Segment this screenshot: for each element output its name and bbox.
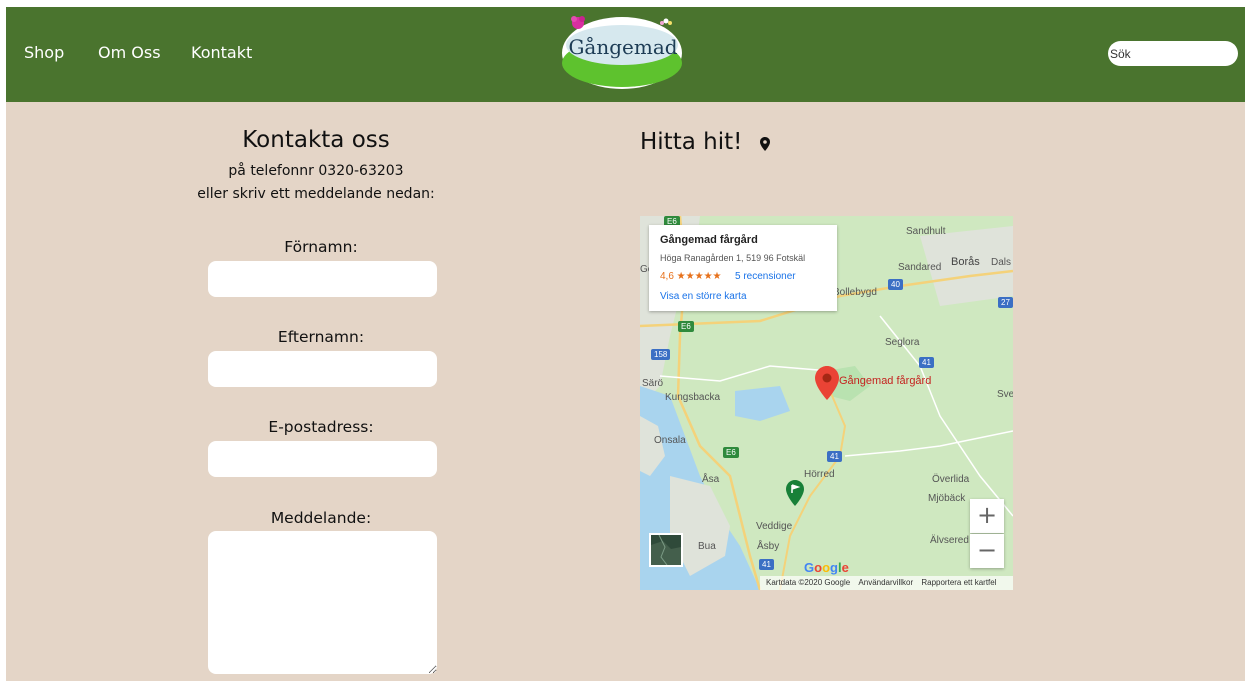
place-label: Dals (991, 257, 1012, 268)
place-label: Överlida (932, 474, 970, 485)
larger-map-link[interactable]: Visa en större karta (660, 291, 747, 302)
contact-title: Kontakta oss (242, 127, 390, 153)
nav-shop[interactable]: Shop (24, 43, 64, 62)
search-input[interactable] (1108, 41, 1238, 66)
place-label: Seglora (885, 337, 920, 348)
place-label: Bua (698, 541, 716, 552)
info-address: Höga Ranagården 1, 519 96 Fotskäl (660, 253, 806, 263)
lastname-field[interactable] (208, 351, 437, 387)
location-marker-icon[interactable] (815, 366, 839, 400)
place-label: Kungsbacka (665, 392, 721, 403)
zoom-in-button[interactable]: + (970, 499, 1004, 533)
marker-label: Gångemad fårgård (839, 375, 932, 387)
satellite-toggle[interactable] (649, 533, 683, 567)
place-label: Åsby (757, 541, 780, 552)
firstname-label: Förnamn: (284, 238, 358, 256)
logo-text: Gångemad (568, 35, 678, 59)
place-label: Sandared (898, 262, 942, 273)
lastname-label: Efternamn: (277, 328, 365, 346)
message-textarea[interactable] (208, 531, 437, 674)
firstname-field[interactable] (208, 261, 437, 297)
map-attribution: Kartdata ©2020 Google Användarvillkor Ra… (760, 576, 1013, 590)
place-label: Bollebygd (833, 287, 877, 298)
nav-om-oss[interactable]: Om Oss (98, 43, 161, 62)
map-data-credit: Kartdata ©2020 Google (766, 578, 851, 587)
info-rating: 4,6 ★★★★★ (660, 271, 722, 282)
road-badge: E6 (723, 447, 739, 458)
place-label: Sandhult (906, 226, 946, 237)
map-info-card: Gångemad fårgård Höga Ranagården 1, 519 … (649, 225, 837, 311)
place-label: Sve (997, 389, 1013, 400)
embedded-map[interactable]: Sandhult Sandared Borås Dals Bollebygd S… (640, 216, 1013, 590)
phone-line: på telefonnr 0320-63203 (228, 163, 404, 179)
map-title: Hitta hit! (640, 129, 743, 155)
satellite-thumbnail-icon (651, 534, 681, 566)
place-label: Åsa (702, 474, 720, 485)
terms-link[interactable]: Användarvillkor (858, 578, 913, 587)
place-label: Borås (951, 256, 980, 268)
message-instructions: eller skriv ett meddelande nedan: (197, 186, 435, 202)
site-header: Shop Om Oss Kontakt Gångemad (6, 7, 1245, 102)
place-label: Mjöbäck (928, 493, 966, 504)
nav-kontakt[interactable]: Kontakt (191, 43, 252, 62)
info-place-name: Gångemad fårgård (660, 234, 758, 246)
place-label: Hörred (804, 469, 835, 480)
report-error-link[interactable]: Rapportera ett kartfel (921, 578, 996, 587)
road-badge: 41 (759, 559, 774, 570)
road-badge: E6 (678, 321, 694, 332)
email-field[interactable] (208, 441, 437, 477)
road-badge: 41 (827, 451, 842, 462)
google-logo: Google (804, 560, 849, 575)
email-label: E-postadress: (268, 418, 374, 436)
road-badge: 40 (888, 279, 903, 290)
page: Shop Om Oss Kontakt Gångemad Kontakta os… (6, 7, 1245, 681)
info-reviews-link[interactable]: 5 recensioner (735, 271, 796, 282)
place-label: Särö (642, 378, 664, 389)
message-label: Meddelande: (270, 509, 372, 527)
zoom-out-button[interactable]: − (970, 534, 1004, 568)
road-badge: 41 (919, 357, 934, 368)
map-pin-icon (760, 137, 770, 151)
place-label: Älvsered (930, 535, 969, 546)
road-badge: 158 (651, 349, 671, 360)
logo[interactable]: Gångemad (558, 11, 688, 91)
poi-flag-icon (786, 480, 804, 506)
place-label: Veddige (756, 521, 793, 532)
road-badge: 27 (998, 297, 1013, 308)
place-label: Onsala (654, 435, 686, 446)
